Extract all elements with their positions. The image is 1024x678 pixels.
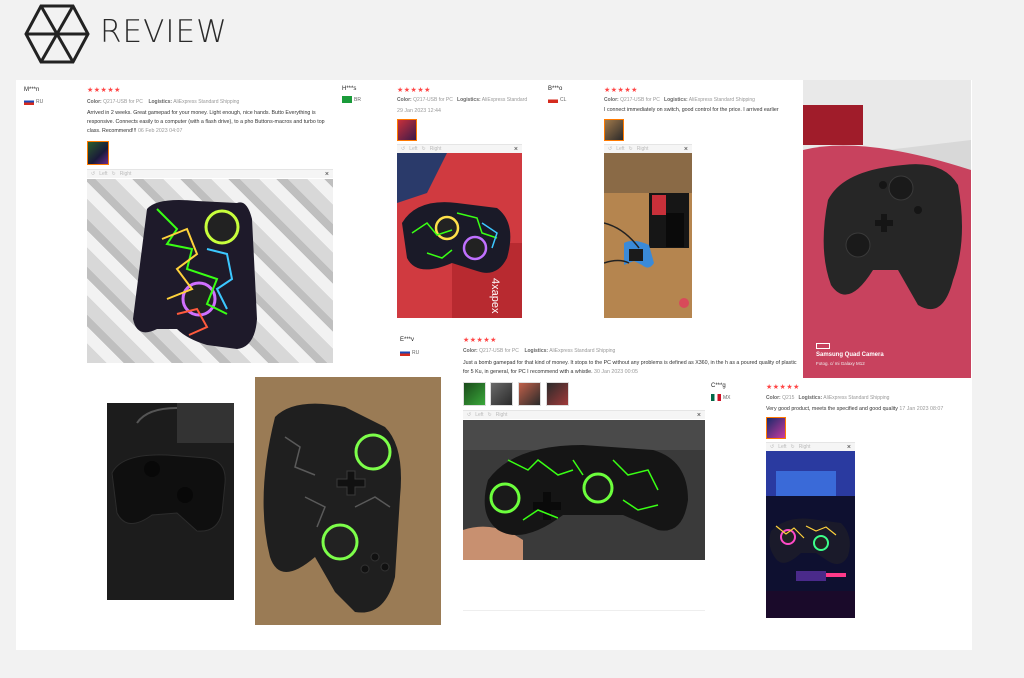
review-photo-thumbnail[interactable] <box>546 382 569 406</box>
camera-watermark-title: Samsung Quad Camera <box>816 352 884 358</box>
mexico-flag-icon <box>711 394 721 401</box>
close-icon[interactable]: × <box>697 412 701 419</box>
review-photo-large <box>604 153 692 318</box>
reviewer-name: C***g <box>711 383 726 389</box>
review-photo-thumbnail[interactable] <box>766 417 786 439</box>
reviewer-name: B***o <box>548 86 563 92</box>
photo-viewer-toolbar: ↺ Left ↻ Right × <box>463 410 705 419</box>
review-logo-icon <box>24 4 90 64</box>
brazil-flag-icon <box>342 96 352 103</box>
russia-flag-icon <box>24 98 34 105</box>
page-title: REVIEW <box>100 14 228 50</box>
reviewer-country: MX <box>711 394 731 401</box>
review-text: 29 Jan 2023 12:44 <box>397 108 441 114</box>
review-photo-large <box>766 451 855 618</box>
reviewer-name: H***s <box>342 86 357 92</box>
chile-flag-icon <box>548 96 558 103</box>
review-photo-large <box>463 420 705 560</box>
close-icon[interactable]: × <box>847 444 851 451</box>
review-text: Just a bomb gamepad for that kind of mon… <box>463 360 797 375</box>
rotate-right-icon[interactable]: ↻ <box>422 146 426 152</box>
camera-logo-icon <box>816 343 830 349</box>
review-text: I connect immediately on switch, good co… <box>604 107 779 113</box>
review-photo-thumbnail[interactable] <box>490 382 513 406</box>
review-meta: Color: Q217-USB for PC Logistics: AliExp… <box>463 348 616 354</box>
review-photo-controller-on-wood <box>255 377 441 625</box>
review-text: Arrived in 2 weeks. Great gamepad for yo… <box>87 110 325 134</box>
photo-viewer-toolbar: ↺ Left ↻ Right × <box>87 169 333 178</box>
rating-stars: ★★★★★ <box>766 384 800 391</box>
review-photo-large <box>87 179 333 363</box>
photo-viewer-toolbar: ↺ Left ↻ Right × <box>397 144 522 153</box>
reviewer-country: CL <box>548 96 566 103</box>
rotate-left-icon[interactable]: ↺ <box>401 146 405 152</box>
rating-stars: ★★★★★ <box>87 87 121 94</box>
box-brand-text: 4xapex <box>489 278 501 314</box>
rotate-right-icon[interactable]: ↻ <box>488 412 492 418</box>
russia-flag-icon <box>400 349 410 356</box>
review-photo-thumbnail[interactable] <box>604 119 624 141</box>
review-photo-thumbnail[interactable] <box>397 119 417 141</box>
rating-stars: ★★★★★ <box>463 337 497 344</box>
review-photo-large: 4xapex <box>397 153 522 318</box>
photo-viewer-footer <box>463 560 705 611</box>
photo-viewer-toolbar: ↺ Left ↻ Right × <box>766 442 855 451</box>
reviewer-country: BR <box>342 96 361 103</box>
rotate-right-icon[interactable]: ↻ <box>112 171 116 177</box>
review-meta: Color: Q217-USB for PC Logistics: AliExp… <box>397 97 528 103</box>
reviewer-name: M***n <box>24 87 40 93</box>
rotate-left-icon[interactable]: ↺ <box>770 444 774 450</box>
rating-stars: ★★★★★ <box>397 87 431 94</box>
reviewer-country: RU <box>24 98 43 105</box>
review-text: Very good product, meets the specified a… <box>766 406 944 412</box>
rotate-left-icon[interactable]: ↺ <box>467 412 471 418</box>
review-photo-black-controller <box>107 403 234 600</box>
review-photo-thumbnail[interactable] <box>463 382 486 406</box>
reviewer-name: E***v <box>400 337 415 343</box>
review-photo-thumbnail[interactable] <box>518 382 541 406</box>
rotate-right-icon[interactable]: ↻ <box>629 146 633 152</box>
review-meta: Color: Q217-USB for PC Logistics: AliExp… <box>87 99 240 105</box>
rotate-left-icon[interactable]: ↺ <box>91 171 95 177</box>
photo-viewer-toolbar: ↺ Left ↻ Right × <box>604 144 692 153</box>
review-meta: Color: Q217-USB for PC Logistics: AliExp… <box>604 97 755 103</box>
reviewer-country: RU <box>400 349 419 356</box>
rating-stars: ★★★★★ <box>604 87 638 94</box>
camera-watermark-subtitle: Fotog. c/ mi Galaxy M12 <box>816 361 865 366</box>
close-icon[interactable]: × <box>514 146 518 153</box>
close-icon[interactable]: × <box>325 171 329 178</box>
review-meta: Color: Q215 Logistics: AliExpress Standa… <box>766 395 890 401</box>
rotate-left-icon[interactable]: ↺ <box>608 146 612 152</box>
rotate-right-icon[interactable]: ↻ <box>791 444 795 450</box>
review-photo-samsung-controller <box>803 80 971 378</box>
close-icon[interactable]: × <box>684 146 688 153</box>
review-photo-thumbnail[interactable] <box>87 141 109 165</box>
